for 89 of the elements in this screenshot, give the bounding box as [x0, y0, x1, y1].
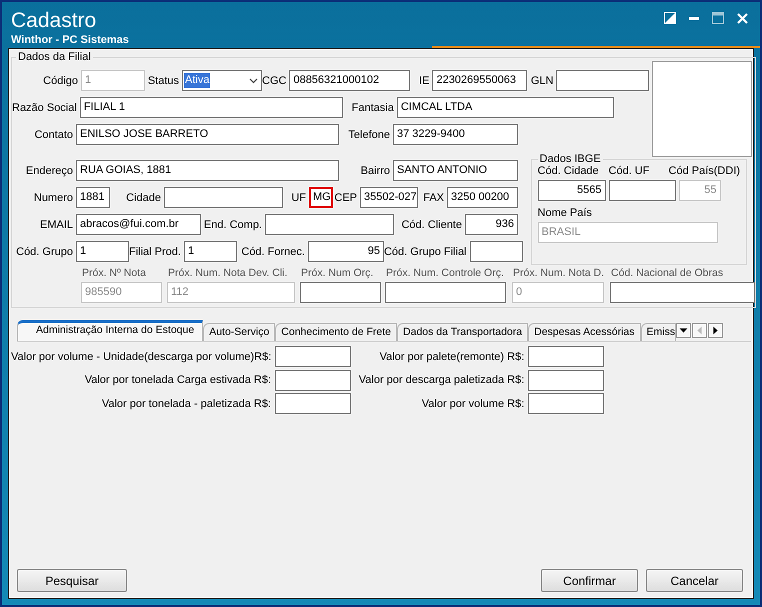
field-label: Valor por palete(remonte) R$: — [378, 350, 526, 363]
field-label: Cód. Grupo — [15, 246, 74, 258]
field-label: Numero — [32, 192, 74, 204]
search-button[interactable]: Pesquisar — [17, 569, 127, 592]
field-label: GLN — [530, 74, 554, 86]
text-field[interactable]: FILIAL 1 — [80, 97, 343, 118]
window-subtitle: Winthor - PC Sistemas — [11, 34, 129, 46]
text-field[interactable]: 2230269550063 — [432, 70, 528, 91]
tab[interactable]: Dados da Transportadora — [397, 323, 528, 341]
text-field[interactable] — [608, 180, 676, 201]
text-field[interactable] — [528, 393, 604, 414]
field-label: CGC — [262, 74, 288, 86]
text-field[interactable] — [528, 346, 604, 368]
window-title: Cadastro — [11, 8, 96, 34]
field-label: IE — [418, 74, 430, 86]
text-field[interactable]: RUA GOIAS, 1881 — [76, 160, 339, 181]
field-label: Status — [146, 74, 180, 86]
text-field[interactable] — [610, 282, 756, 303]
maximize-icon[interactable] — [712, 12, 724, 24]
field-label: EMAIL — [38, 218, 74, 230]
caret-icon — [249, 78, 258, 84]
field-label: Cód. Fornec. — [240, 246, 306, 258]
field-label: End. Comp. — [202, 218, 263, 230]
text-field[interactable] — [556, 70, 650, 91]
text-field[interactable]: MG — [309, 187, 333, 208]
text-field[interactable] — [164, 187, 283, 208]
text-field[interactable]: 08856321000102 — [289, 70, 410, 91]
text-field[interactable] — [385, 282, 506, 303]
field-label: Cidade — [125, 192, 162, 204]
text-field[interactable] — [470, 241, 523, 262]
text-field[interactable] — [300, 282, 381, 303]
field-label: Nome País — [538, 207, 593, 221]
field-label: Fantasia — [350, 102, 395, 114]
text-field[interactable]: 1 — [76, 241, 129, 262]
tab[interactable]: Emiss — [640, 323, 676, 341]
tab[interactable]: Conhecimento de Frete — [275, 323, 398, 341]
field-label: Cód. Nacional de Obras — [610, 267, 724, 281]
field-label: Valor por volume - Unidade(descarga por volume)R$: — [11, 350, 272, 363]
status-dropdown[interactable]: Ativa — [182, 70, 262, 91]
half-square-icon[interactable] — [664, 12, 676, 24]
field-label: Código — [42, 74, 79, 86]
field-label: Próx. Nº Nota — [81, 267, 147, 281]
text-field[interactable]: CIMCAL LTDA — [396, 97, 614, 118]
field-label: Razão Social — [12, 102, 78, 114]
text-field[interactable] — [528, 370, 604, 391]
field-label: Cód. Cliente — [400, 218, 463, 230]
field-label: Bairro — [360, 164, 391, 176]
field-label: Próx. Num. Controle Orç. — [385, 267, 505, 281]
text-field[interactable]: 936 — [465, 214, 518, 235]
field-label: Contato — [33, 128, 74, 140]
field-label: Telefone — [347, 128, 391, 140]
text-field[interactable]: SANTO ANTONIO — [393, 160, 518, 181]
field-label: FAX — [422, 192, 445, 204]
field-label: Filial Prod. — [129, 246, 182, 258]
text-field[interactable]: 1881 — [76, 187, 110, 208]
text-field[interactable]: 1 — [184, 241, 237, 262]
group-title: Dados da Filial — [17, 51, 92, 63]
field-label: Valor por tonelada - paletizada R$: — [100, 398, 272, 410]
confirm-button[interactable]: Confirmar — [541, 569, 638, 592]
text-field[interactable]: abracos@fui.com.br — [76, 214, 201, 235]
tab[interactable]: Administração Interna do Estoque — [17, 320, 204, 341]
text-field[interactable] — [275, 346, 352, 368]
text-field[interactable]: 35502-027 — [360, 187, 418, 208]
text-field[interactable] — [275, 370, 351, 391]
tab[interactable]: Despesas Acessórias — [528, 323, 640, 341]
field-label: Próx. Num. Nota Dev. Cli. — [167, 267, 288, 281]
field-label: CEP — [333, 192, 358, 204]
field-label: Endereço — [24, 164, 74, 176]
field-label: Próx. Num Orç. — [300, 267, 374, 281]
field-label: Próx. Num. Nota D. — [512, 267, 604, 281]
text-field[interactable]: 3250 00200 — [447, 187, 518, 208]
cancel-button[interactable]: Cancelar — [646, 569, 743, 592]
field-label: Cód. Cidade — [538, 165, 600, 179]
field-label: Valor por descarga paletizada R$: — [358, 374, 526, 386]
text-field[interactable] — [265, 214, 394, 235]
text-field[interactable] — [275, 393, 351, 414]
text-field[interactable]: ENILSO JOSE BARRETO — [76, 124, 339, 145]
group-title: Dados IBGE — [538, 153, 602, 165]
field-label: Valor por tonelada Carga estivada R$: — [84, 374, 272, 386]
tab[interactable]: Auto-Serviço — [203, 323, 276, 341]
text-field[interactable]: 95 — [308, 241, 384, 262]
field-label: UF — [290, 192, 307, 204]
text-field[interactable]: 37 3229-9400 — [393, 124, 518, 145]
field-label: Cód País(DDI) — [668, 165, 740, 179]
text-field[interactable]: 5565 — [538, 180, 606, 201]
field-label: Valor por volume R$: — [420, 398, 526, 410]
close-icon[interactable] — [737, 12, 748, 24]
minimize-icon[interactable] — [689, 16, 699, 20]
field-label: Cód. Grupo Filial — [384, 246, 468, 258]
